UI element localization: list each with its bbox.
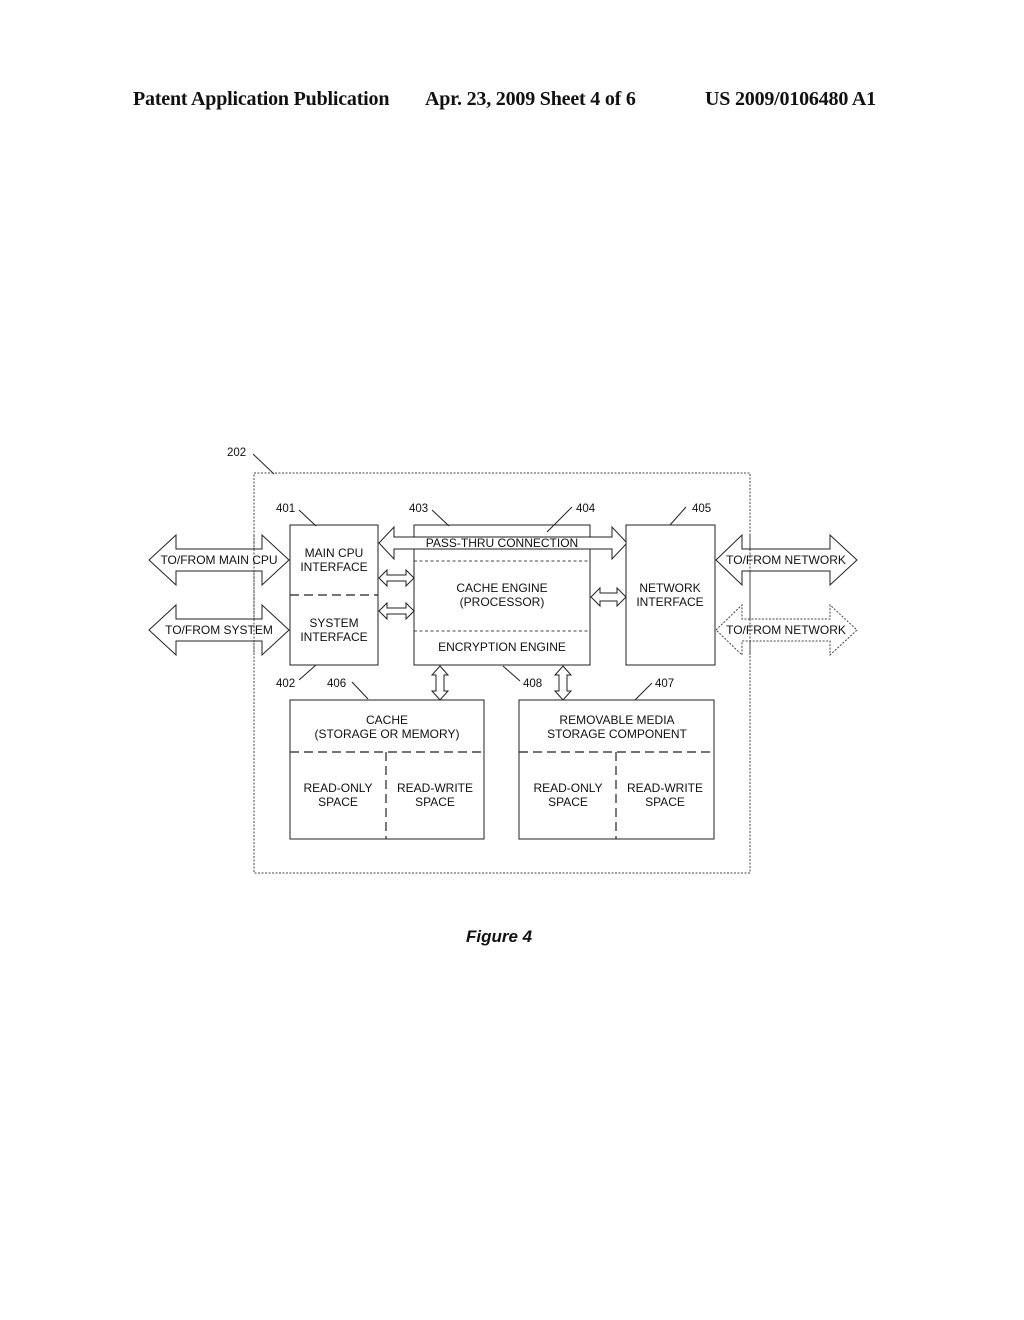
ref-202: 202 <box>227 447 246 459</box>
arrow-system-to-engine <box>378 601 415 621</box>
system-interface-line1: SYSTEM <box>309 616 358 630</box>
main-cpu-interface-line2: INTERFACE <box>300 560 367 574</box>
ref-401: 401 <box>276 503 295 515</box>
network-interface-line2: INTERFACE <box>636 595 703 609</box>
leader-401 <box>298 509 317 527</box>
removable-read-only-line1: READ-ONLY <box>533 781 602 795</box>
cache-read-write-line1: READ-WRITE <box>397 781 473 795</box>
leader-405 <box>669 506 687 526</box>
removable-read-write-line1: READ-WRITE <box>627 781 703 795</box>
arrow-label-network-2: TO/FROM NETWORK <box>726 623 846 637</box>
arrow-engine-to-cache <box>430 665 450 701</box>
ref-405: 405 <box>692 503 711 515</box>
removable-read-only-line2: SPACE <box>548 795 588 809</box>
cache-read-write-line2: SPACE <box>415 795 455 809</box>
leader-408 <box>502 665 521 682</box>
system-interface-line2: INTERFACE <box>300 630 367 644</box>
ref-406: 406 <box>327 678 346 690</box>
arrow-label-network-1: TO/FROM NETWORK <box>726 553 846 567</box>
arrow-main-cpu-to-engine <box>378 568 415 588</box>
ref-407: 407 <box>655 678 674 690</box>
leader-402 <box>298 664 317 681</box>
removable-media-block: REMOVABLE MEDIA STORAGE COMPONENT READ-O… <box>518 699 715 840</box>
arrow-to-from-system: TO/FROM SYSTEM <box>148 603 290 657</box>
leader-202 <box>252 453 275 475</box>
arrow-engine-to-network <box>590 586 627 608</box>
cache-line2: (STORAGE OR MEMORY) <box>315 727 460 741</box>
removable-media-line1: REMOVABLE MEDIA <box>559 713 674 727</box>
main-cpu-interface-line1: MAIN CPU <box>305 546 364 560</box>
arrow-engine-to-removable <box>553 665 573 701</box>
arrow-to-from-network-1: TO/FROM NETWORK <box>715 533 858 587</box>
arrow-label-main-cpu: TO/FROM MAIN CPU <box>160 553 277 567</box>
cache-read-only-line1: READ-ONLY <box>303 781 372 795</box>
removable-media-line2: STORAGE COMPONENT <box>547 727 687 741</box>
cache-read-only-line2: SPACE <box>318 795 358 809</box>
main-cpu-system-interface-block: MAIN CPU INTERFACE SYSTEM INTERFACE <box>289 524 379 666</box>
ref-403: 403 <box>409 503 428 515</box>
ref-404: 404 <box>576 503 596 515</box>
ref-408: 408 <box>523 678 542 690</box>
leader-403 <box>431 509 450 527</box>
figure-4-diagram: 202 TO/FROM MAIN CPU TO/FROM SYSTEM TO/F… <box>148 447 858 874</box>
ref-402: 402 <box>276 678 295 690</box>
leader-406 <box>351 681 369 700</box>
network-interface-line1: NETWORK <box>639 581 700 595</box>
removable-read-write-line2: SPACE <box>645 795 685 809</box>
cache-engine-line1: CACHE ENGINE <box>456 581 547 595</box>
figure-caption: Figure 4 <box>466 927 533 946</box>
leader-407 <box>634 682 653 701</box>
cache-block: CACHE (STORAGE OR MEMORY) READ-ONLY SPAC… <box>289 699 485 840</box>
arrow-to-from-network-2: TO/FROM NETWORK <box>715 603 858 657</box>
encryption-engine-label: ENCRYPTION ENGINE <box>438 640 566 654</box>
cache-line1: CACHE <box>366 713 408 727</box>
arrow-to-from-main-cpu: TO/FROM MAIN CPU <box>148 533 290 587</box>
network-interface-block: NETWORK INTERFACE <box>625 524 716 666</box>
pass-thru-label: PASS-THRU CONNECTION <box>426 536 578 550</box>
arrow-label-system: TO/FROM SYSTEM <box>165 623 273 637</box>
cache-engine-line2: (PROCESSOR) <box>460 595 545 609</box>
